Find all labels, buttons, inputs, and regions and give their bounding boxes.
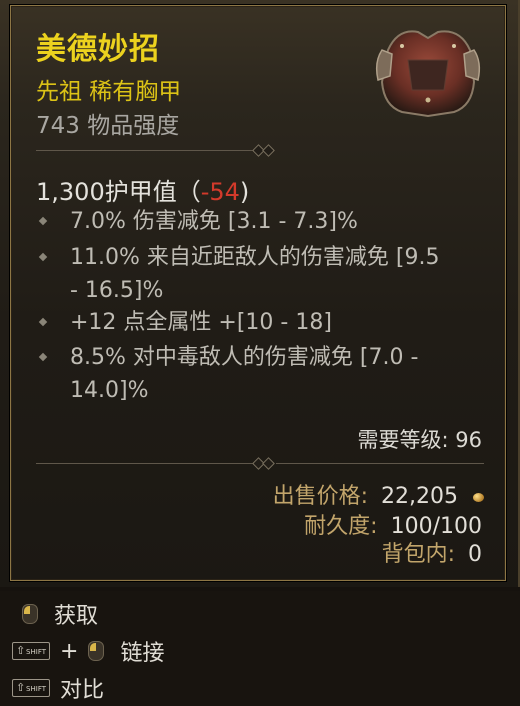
divider-top bbox=[36, 144, 484, 157]
armor-value-line: 1,300护甲值（-54) bbox=[36, 172, 249, 207]
bag-count-row: 背包内: 0 bbox=[382, 536, 482, 568]
prompt-compare[interactable]: SHIFT 对比 bbox=[12, 673, 104, 703]
chest-armor-image bbox=[375, 30, 481, 118]
bag-count-label: 背包内: bbox=[381, 542, 455, 567]
item-power: 743 物品强度 bbox=[36, 113, 180, 139]
sell-price-value: 22,205 bbox=[381, 484, 458, 509]
level-requirement: 需要等级: 96 bbox=[357, 428, 482, 452]
action-prompts: 获取 SHIFT + 链接 SHIFT 对比 bbox=[0, 591, 520, 706]
sell-price-row: 出售价格: 22,205 bbox=[273, 478, 484, 510]
right-mouse-icon bbox=[22, 604, 38, 624]
shift-key-icon: SHIFT bbox=[12, 679, 50, 697]
item-type: 先祖 稀有胸甲 bbox=[36, 79, 182, 105]
prompt-acquire-label: 获取 bbox=[54, 604, 99, 629]
durability-label: 耐久度: bbox=[304, 514, 378, 539]
armor-value: 1,300护甲值 bbox=[36, 178, 177, 206]
affix-text: 7.0% 伤害减免 [3.1 - 7.3]% bbox=[70, 209, 358, 234]
armor-open-paren: （ bbox=[176, 178, 201, 206]
divider-bottom bbox=[36, 457, 484, 470]
affix-text: +12 点全属性 +[10 - 18] bbox=[70, 310, 332, 335]
prompt-acquire[interactable]: 获取 bbox=[22, 599, 98, 629]
armor-close-paren: ) bbox=[239, 178, 250, 206]
affix-bullet-icon bbox=[38, 252, 48, 262]
item-tooltip: 美德妙招 先祖 稀有胸甲 743 物品强度 1,300护甲值（-54) 7.0%… bbox=[0, 0, 520, 587]
affix-bullet-icon bbox=[38, 216, 48, 226]
affix-bullet-icon bbox=[38, 352, 48, 362]
affix-text: 8.5% 对中毒敌人的伤害减免 [7.0 - 14.0]% bbox=[70, 345, 419, 403]
right-mouse-icon bbox=[88, 641, 105, 661]
affix-bullet-icon bbox=[38, 317, 48, 327]
item-name: 美德妙招 bbox=[36, 32, 160, 67]
prompt-compare-label: 对比 bbox=[60, 678, 105, 703]
armor-diff: -54 bbox=[200, 178, 240, 206]
plus-sign: + bbox=[60, 638, 79, 664]
sell-price-label: 出售价格: bbox=[272, 484, 369, 509]
prompt-link[interactable]: SHIFT + 链接 bbox=[12, 636, 164, 666]
affix-text: 11.0% 来自近距敌人的伤害减免 [9.5 - 16.5]% bbox=[70, 245, 440, 303]
shift-key-icon: SHIFT bbox=[12, 642, 50, 660]
gold-coin-icon bbox=[473, 492, 484, 502]
bag-count-value: 0 bbox=[468, 542, 482, 567]
prompt-link-label: 链接 bbox=[120, 641, 165, 666]
